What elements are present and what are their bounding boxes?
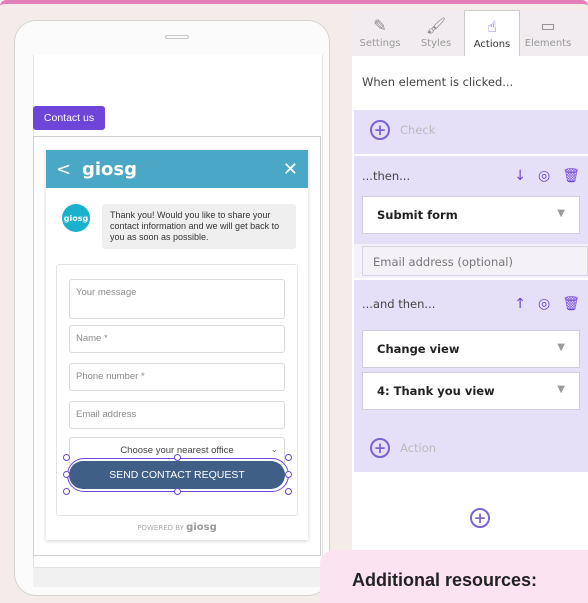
chat-message: giosg Thank you! Would you like to share… bbox=[62, 204, 296, 249]
chevron-down-icon: ⌄ bbox=[270, 444, 278, 454]
resize-handle[interactable] bbox=[63, 471, 70, 478]
selection-outline bbox=[67, 458, 289, 492]
change-view-dropdown[interactable]: Change view ▼ bbox=[362, 330, 580, 368]
submit-form-label: Submit form bbox=[377, 208, 458, 222]
arrow-up-icon[interactable]: ↑ bbox=[514, 296, 526, 312]
action-block: + Action bbox=[354, 430, 588, 472]
then-actions: ↓ ◎ 🗑 bbox=[514, 168, 580, 184]
avatar: giosg bbox=[62, 204, 90, 232]
contact-form: Your message Name * Phone number * Email… bbox=[56, 264, 298, 516]
add-event-button[interactable]: + bbox=[470, 508, 490, 528]
close-icon[interactable]: ✕ bbox=[283, 159, 298, 180]
element-icon: ▭ bbox=[540, 16, 556, 35]
tab-styles[interactable]: 🖌 Styles bbox=[408, 10, 464, 56]
trigger-label: When element is clicked... bbox=[354, 66, 588, 110]
message-bubble: Thank you! Would you like to share your … bbox=[102, 204, 296, 249]
add-action[interactable]: + Action bbox=[370, 438, 572, 458]
resize-handle[interactable] bbox=[63, 454, 70, 461]
contact-us-button[interactable]: Contact us bbox=[33, 106, 105, 130]
ruler-pencil-icon: ✎ bbox=[373, 16, 387, 35]
back-icon[interactable]: < bbox=[56, 159, 78, 180]
and-then-row: ...and then... ↑ ◎ 🗑 bbox=[362, 296, 580, 312]
plus-icon: + bbox=[370, 438, 390, 458]
arrow-down-icon[interactable]: ↓ bbox=[514, 168, 526, 184]
resize-handle[interactable] bbox=[285, 488, 292, 495]
plus-icon: + bbox=[370, 120, 390, 140]
dropdown-caret-icon: ▼ bbox=[557, 384, 565, 395]
then-label: ...then... bbox=[362, 169, 411, 183]
and-then-block: ...and then... ↑ ◎ 🗑 Change view ▼ 4: Th… bbox=[354, 280, 588, 430]
target-icon[interactable]: ◎ bbox=[538, 296, 550, 312]
resize-handle[interactable] bbox=[285, 471, 292, 478]
resize-handle[interactable] bbox=[174, 454, 181, 461]
then-block: ...then... ↓ ◎ 🗑 Submit form ▼ bbox=[354, 156, 588, 254]
tab-elements[interactable]: ▭ Elements bbox=[520, 10, 576, 56]
email-block: Email address (optional) bbox=[354, 244, 588, 278]
thank-you-view-label: 4: Thank you view bbox=[377, 384, 495, 398]
phone-speaker bbox=[165, 35, 189, 39]
then-row: ...then... ↓ ◎ 🗑 bbox=[362, 168, 580, 184]
tab-styles-label: Styles bbox=[420, 38, 452, 49]
giosg-logo: giosg bbox=[82, 158, 138, 180]
thank-you-view-dropdown[interactable]: 4: Thank you view ▼ bbox=[362, 372, 580, 410]
tab-elements-label: Elements bbox=[524, 38, 572, 49]
tab-actions-label: Actions bbox=[473, 39, 511, 50]
name-field[interactable]: Name * bbox=[69, 325, 285, 353]
check-label: Check bbox=[400, 123, 436, 137]
tab-actions[interactable]: ☝ Actions bbox=[464, 10, 520, 56]
tab-settings[interactable]: ✎ Settings bbox=[352, 10, 408, 56]
phone-bottom-bar bbox=[33, 567, 323, 587]
check-block: + Check bbox=[354, 110, 588, 154]
brush-icon: 🖌 bbox=[425, 16, 447, 35]
powered-by-brand: giosg bbox=[186, 522, 217, 533]
resize-handle[interactable] bbox=[285, 454, 292, 461]
resize-handle[interactable] bbox=[63, 488, 70, 495]
chat-widget: < giosg ✕ giosg Thank you! Would you lik… bbox=[46, 150, 308, 540]
tab-settings-label: Settings bbox=[359, 38, 401, 49]
change-view-label: Change view bbox=[377, 342, 460, 356]
action-label: Action bbox=[400, 441, 437, 455]
target-icon[interactable]: ◎ bbox=[538, 168, 550, 184]
powered-by-label: POWERED BY bbox=[137, 524, 184, 532]
email-optional-field[interactable]: Email address (optional) bbox=[362, 246, 588, 276]
powered-by: POWERED BY giosg bbox=[46, 522, 308, 533]
panel-tabs: ✎ Settings 🖌 Styles ☝ Actions ▭ Elements bbox=[352, 10, 588, 56]
additional-resources: Additional resources: bbox=[320, 550, 588, 603]
dropdown-caret-icon: ▼ bbox=[557, 208, 565, 219]
pointer-hand-icon: ☝ bbox=[487, 17, 497, 36]
submit-form-dropdown[interactable]: Submit form ▼ bbox=[362, 196, 580, 234]
and-then-label: ...and then... bbox=[362, 297, 436, 311]
actions-panel: ✎ Settings 🖌 Styles ☝ Actions ▭ Elements… bbox=[352, 10, 588, 603]
phone-field[interactable]: Phone number * bbox=[69, 363, 285, 391]
resize-handle[interactable] bbox=[174, 488, 181, 495]
email-field[interactable]: Email address bbox=[69, 401, 285, 429]
message-field[interactable]: Your message bbox=[69, 279, 285, 319]
trash-icon[interactable]: 🗑 bbox=[562, 296, 580, 312]
dropdown-caret-icon: ▼ bbox=[557, 342, 565, 353]
chat-header: < giosg ✕ bbox=[46, 150, 308, 188]
trash-icon[interactable]: 🗑 bbox=[562, 168, 580, 184]
and-then-actions: ↑ ◎ 🗑 bbox=[514, 296, 580, 312]
add-check[interactable]: + Check bbox=[370, 120, 572, 140]
